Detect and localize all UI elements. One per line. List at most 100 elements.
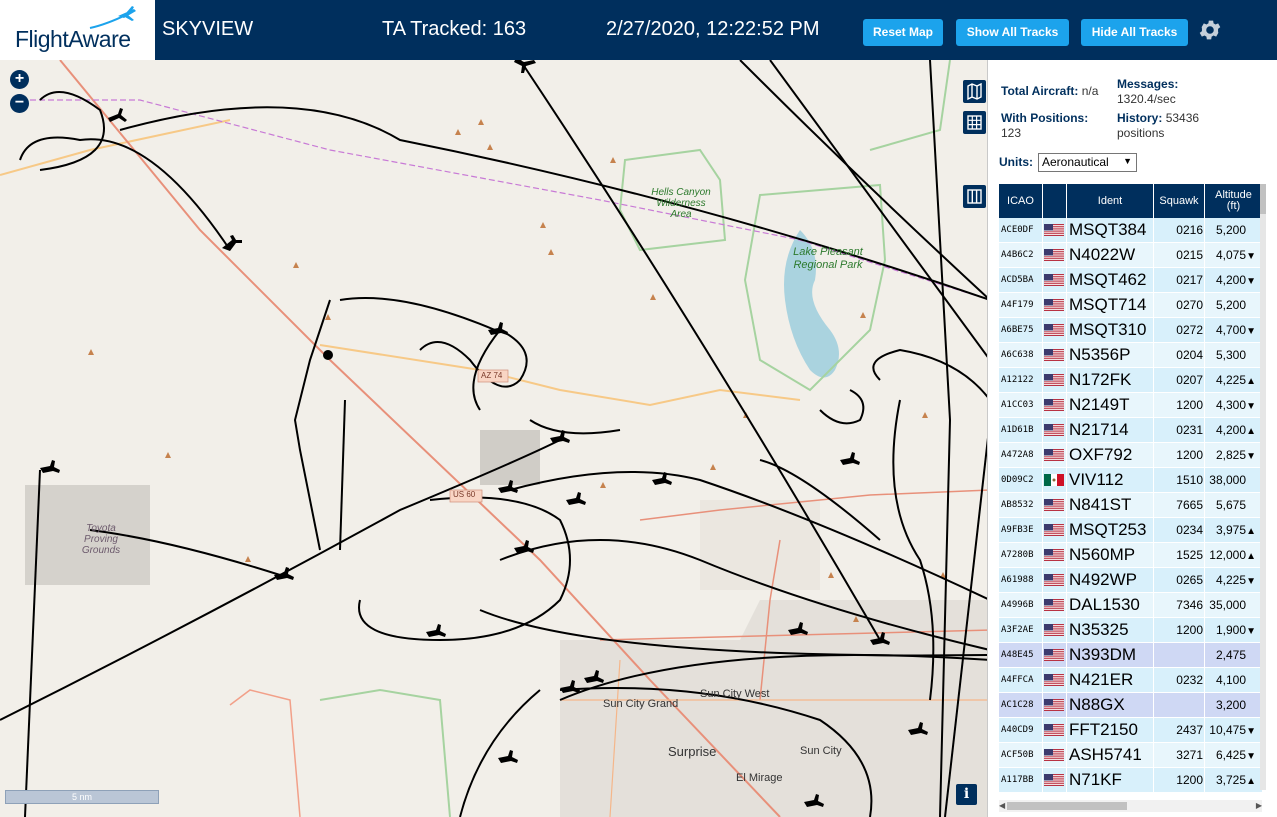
column-divider [1066,443,1067,468]
altitude-value: 4,075 [1215,248,1246,262]
altitude-value: 4,300 [1215,398,1246,412]
table-row[interactable]: A3F2AE N35325 1200 1,900▼ [999,618,1262,643]
columns-toggle-button[interactable] [963,185,986,208]
map-layers-icon [967,82,982,101]
table-row[interactable]: A4996B DAL1530 7346 35,000 [999,593,1262,618]
column-divider [1153,468,1154,493]
map-layers-button[interactable] [963,80,986,103]
altitude-value: 3,725 [1215,773,1246,787]
column-divider [1042,368,1043,393]
info-button[interactable]: i [956,784,977,805]
column-divider [1153,293,1154,318]
us-flag-icon [1044,224,1064,236]
squawk-cell: 0216 [1176,223,1203,237]
us-flag-icon [1044,399,1064,411]
column-divider [1066,718,1067,743]
ident-cell: N4022W [1069,245,1136,264]
column-divider [1066,643,1067,668]
us-flag-icon [1044,324,1064,336]
hide-all-tracks-button[interactable]: Hide All Tracks [1081,19,1188,46]
table-row[interactable]: AC1C28 N88GX 3,200 [999,693,1262,718]
scroll-left-icon[interactable]: ◀ [999,800,1005,812]
ident-cell: MSQT384 [1069,220,1147,239]
col-icao[interactable]: ICAO [999,184,1043,218]
zoom-out-button[interactable]: − [10,94,29,113]
table-row[interactable]: A40CD9 FFT2150 2437 10,475▼ [999,718,1262,743]
altitude-value: 35,000 [1209,598,1246,612]
units-select[interactable]: Aeronautical ▼ [1038,153,1137,172]
column-divider [1204,668,1205,693]
altitude-cell: 2,825▼ [1206,443,1256,467]
table-row[interactable]: A61988 N492WP 0265 4,225▼ [999,568,1262,593]
aircraft-sidebar: Total Aircraft: n/a Messages: 1320.4/sec… [987,60,1277,817]
table-row[interactable]: ACD5BA MSQT462 0217 4,200▼ [999,268,1262,293]
grid-toggle-button[interactable] [963,111,986,134]
table-row[interactable]: A4B6C2 N4022W 0215 4,075▼ [999,243,1262,268]
col-altitude[interactable]: Altitude (ft) [1205,184,1262,218]
table-horizontal-scrollbar[interactable]: ◀ ▶ [999,800,1262,812]
sun-city-grand-label: Sun City Grand [603,698,679,710]
table-row[interactable]: A1CC03 N2149T 1200 4,300▼ [999,393,1262,418]
altitude-cell: 2,475 [1206,643,1256,667]
sun-city-west-label: Sun City West [700,688,770,700]
column-divider [1153,543,1154,568]
us-flag-icon [1044,574,1064,586]
map-canvas[interactable]: Hells Canyon Wilderness Area Lake Pleasa… [0,60,987,817]
table-vertical-scrollbar[interactable] [1260,184,1266,790]
icao-cell: A61988 [1001,575,1034,585]
table-row[interactable]: A12122 N172FK 0207 4,225▲ [999,368,1262,393]
us-flag-icon [1044,599,1064,611]
squawk-cell: 1200 [1176,773,1203,787]
zoom-in-button[interactable]: + [10,70,29,89]
us-flag-icon [1044,549,1064,561]
squawk-cell: 0232 [1176,673,1203,687]
hells-canyon-label: Hells Canyon Wilderness Area [651,187,711,220]
table-row[interactable]: A4FFCA N421ER 0232 4,100 [999,668,1262,693]
ident-cell: N71KF [1069,770,1122,789]
column-divider [1204,343,1205,368]
surprise-label: Surprise [668,744,717,759]
reset-map-button[interactable]: Reset Map [863,19,943,46]
scroll-right-icon[interactable]: ▶ [1256,800,1262,812]
altitude-cell: 6,425▼ [1206,743,1256,767]
col-squawk[interactable]: Squawk [1154,184,1205,218]
table-row[interactable]: ACE0DF MSQT384 0216 5,200 [999,218,1262,243]
tracked-count: TA Tracked: 163 [382,18,527,40]
table-row[interactable]: A9FB3E MSQT253 0234 3,975▲ [999,518,1262,543]
scrollbar-thumb[interactable] [1260,184,1266,214]
altitude-value: 4,200 [1215,423,1246,437]
table-row[interactable]: A48E45 N393DM 2,475 [999,643,1262,668]
ident-cell: VIV112 [1069,470,1124,489]
table-row[interactable]: A7280B N560MP 1525 12,000▲ [999,543,1262,568]
column-divider [1204,618,1205,643]
column-divider [1042,668,1043,693]
table-row[interactable]: A117BB N71KF 1200 3,725▲ [999,768,1262,793]
table-row[interactable]: ACF50B ASH5741 3271 6,425▼ [999,743,1262,768]
map-drawing [0,60,987,817]
column-divider [1204,743,1205,768]
scrollbar-thumb[interactable] [1007,802,1127,810]
us-flag-icon [1044,674,1064,686]
altitude-trend-icon: ▲ [1246,526,1256,537]
altitude-value: 38,000 [1209,473,1246,487]
column-divider [1204,768,1205,793]
icao-cell: A48E45 [1001,650,1034,660]
altitude-value: 5,300 [1215,348,1246,362]
col-flag[interactable] [1043,184,1067,218]
table-row[interactable]: AB8532 N841ST 7665 5,675 [999,493,1262,518]
altitude-trend-icon: ▼ [1246,326,1256,337]
column-divider [1153,743,1154,768]
table-row[interactable]: A6BE75 MSQT310 0272 4,700▼ [999,318,1262,343]
table-row[interactable]: A472A8 OXF792 1200 2,825▼ [999,443,1262,468]
gear-icon[interactable] [1197,17,1223,43]
table-row[interactable]: 0D09C2 VIV112 1510 38,000 [999,468,1262,493]
icao-cell: A9FB3E [1001,525,1034,535]
flightaware-logo[interactable]: FlightAware [0,0,155,60]
table-row[interactable]: A4F179 MSQT714 0270 5,200 [999,293,1262,318]
column-divider [1204,568,1205,593]
col-ident[interactable]: Ident [1067,184,1154,218]
show-all-tracks-button[interactable]: Show All Tracks [956,19,1069,46]
table-row[interactable]: A6C638 N5356P 0204 5,300 [999,343,1262,368]
squawk-cell: 1510 [1176,473,1203,487]
table-row[interactable]: A1D61B N21714 0231 4,200▲ [999,418,1262,443]
